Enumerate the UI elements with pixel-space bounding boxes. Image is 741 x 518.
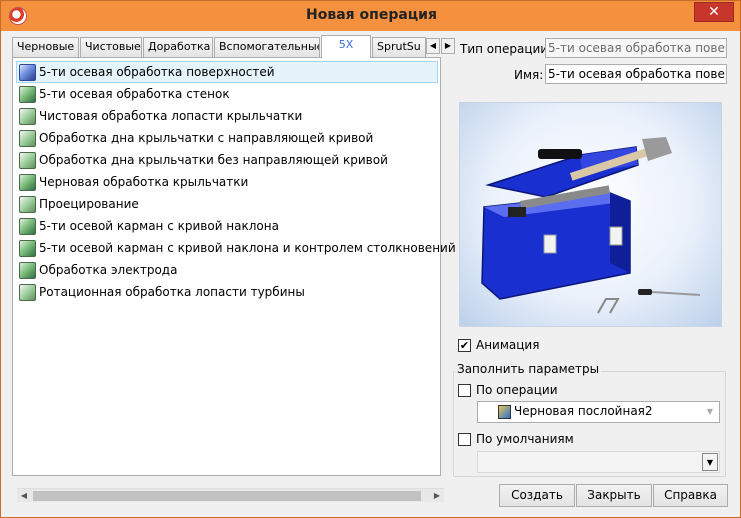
tab-scroll-left-button[interactable]: ◀	[426, 38, 440, 54]
by-default-label: По умолчаниям	[476, 432, 574, 446]
list-item[interactable]: 5-ти осевая обработка стенок	[16, 83, 438, 105]
window-title: Новая операция	[306, 7, 437, 23]
operation-list: 5-ти осевая обработка поверхностей 5-ти …	[16, 61, 456, 303]
list-item-label: Чистовая обработка лопасти крыльчатки	[39, 109, 303, 123]
operation-list-panel: 5-ти осевая обработка поверхностей 5-ти …	[12, 57, 456, 502]
scrollbar-thumb[interactable]	[33, 491, 421, 501]
toolbox-illustration	[481, 137, 701, 314]
name-label: Имя:	[514, 68, 544, 82]
list-item[interactable]: 5-ти осевая обработка поверхностей	[16, 61, 438, 83]
help-button[interactable]: Справка	[653, 484, 728, 507]
tab-finish[interactable]: Чистовые	[80, 37, 142, 57]
operation-category-tabs: Черновые Чистовые Доработка Вспомогатель…	[12, 35, 455, 58]
pocket-collision-icon	[19, 240, 36, 257]
list-item[interactable]: Ротационная обработка лопасти турбины	[16, 281, 438, 303]
pocket-5axis-icon	[19, 218, 36, 235]
operation-preview-image	[459, 102, 722, 327]
by-default-checkbox[interactable]	[458, 433, 471, 446]
close-button[interactable]: Закрыть	[576, 484, 652, 507]
electrode-icon	[19, 262, 36, 279]
by-operation-checkbox[interactable]	[458, 384, 471, 397]
fill-parameters-title: Заполнить параметры	[455, 362, 602, 376]
list-item[interactable]: Обработка дна крыльчатки без направляюще…	[16, 149, 438, 171]
list-item[interactable]: Черновая обработка крыльчатки	[16, 171, 438, 193]
chevron-down-icon[interactable]: ▼	[702, 453, 718, 471]
operation-select-value: Черновая послойная2	[514, 404, 653, 418]
operation-type-label: Тип операции:	[460, 42, 553, 56]
rough-operation-icon	[498, 405, 511, 419]
tab-rework[interactable]: Доработка	[143, 37, 213, 57]
list-item-label: Ротационная обработка лопасти турбины	[39, 285, 305, 299]
surface-5axis-icon	[19, 64, 36, 81]
list-item[interactable]: Обработка дна крыльчатки с направляющей …	[16, 127, 438, 149]
animation-checkbox[interactable]: ✔	[458, 339, 471, 352]
list-item-label: 5-ти осевой карман с кривой наклона	[39, 219, 279, 233]
horizontal-scrollbar[interactable]: ◀ ▶	[17, 488, 444, 502]
list-item-label: 5-ти осевая обработка поверхностей	[39, 65, 275, 79]
create-button[interactable]: Создать	[499, 484, 575, 507]
tab-rough[interactable]: Черновые	[12, 37, 79, 57]
list-item-label: Обработка электрода	[39, 263, 178, 277]
list-item-label: 5-ти осевая обработка стенок	[39, 87, 230, 101]
list-item-label: 5-ти осевой карман с кривой наклона и ко…	[39, 241, 456, 255]
scroll-right-arrow-icon[interactable]: ▶	[430, 489, 444, 503]
operation-type-field: 5-ти осевая обработка поверхности	[545, 38, 727, 58]
wall-5axis-icon	[19, 86, 36, 103]
new-operation-dialog: Новая операция ✕ Черновые Чистовые Дораб…	[0, 0, 741, 518]
impeller-hub-icon	[19, 152, 36, 169]
impeller-rough-icon	[19, 174, 36, 191]
title-bar[interactable]: Новая операция ✕	[1, 1, 740, 31]
list-item[interactable]: Обработка электрода	[16, 259, 438, 281]
list-item-label: Черновая обработка крыльчатки	[39, 175, 249, 189]
tab-scroll-right-button[interactable]: ▶	[441, 38, 455, 54]
tab-5x[interactable]: 5X	[321, 35, 371, 58]
list-item[interactable]: Чистовая обработка лопасти крыльчатки	[16, 105, 438, 127]
by-operation-label: По операции	[476, 383, 558, 397]
name-field[interactable]: 5-ти осевая обработка поверхности	[545, 64, 727, 84]
turbine-blade-icon	[19, 284, 36, 301]
impeller-blade-icon	[19, 108, 36, 125]
dialog-body: Черновые Чистовые Доработка Вспомогатель…	[8, 31, 734, 512]
list-item-label: Обработка дна крыльчатки с направляющей …	[39, 131, 374, 145]
impeller-hub-curve-icon	[19, 130, 36, 147]
close-window-button[interactable]: ✕	[694, 2, 734, 22]
list-item[interactable]: Проецирование	[16, 193, 438, 215]
tab-sprutsu[interactable]: SprutSu	[372, 37, 426, 57]
animation-label: Анимация	[476, 338, 540, 352]
list-item[interactable]: 5-ти осевой карман с кривой наклона и ко…	[16, 237, 456, 259]
list-item-label: Обработка дна крыльчатки без направляюще…	[39, 153, 388, 167]
chevron-down-icon[interactable]: ▼	[702, 403, 718, 421]
projection-icon	[19, 196, 36, 213]
list-item-label: Проецирование	[39, 197, 139, 211]
list-item[interactable]: 5-ти осевой карман с кривой наклона	[16, 215, 438, 237]
operation-select[interactable]: Черновая послойная2 ▼	[477, 401, 720, 423]
scroll-left-arrow-icon[interactable]: ◀	[17, 489, 31, 503]
tab-auxiliary[interactable]: Вспомогательные	[214, 37, 320, 57]
default-select[interactable]: ▼	[477, 451, 720, 473]
